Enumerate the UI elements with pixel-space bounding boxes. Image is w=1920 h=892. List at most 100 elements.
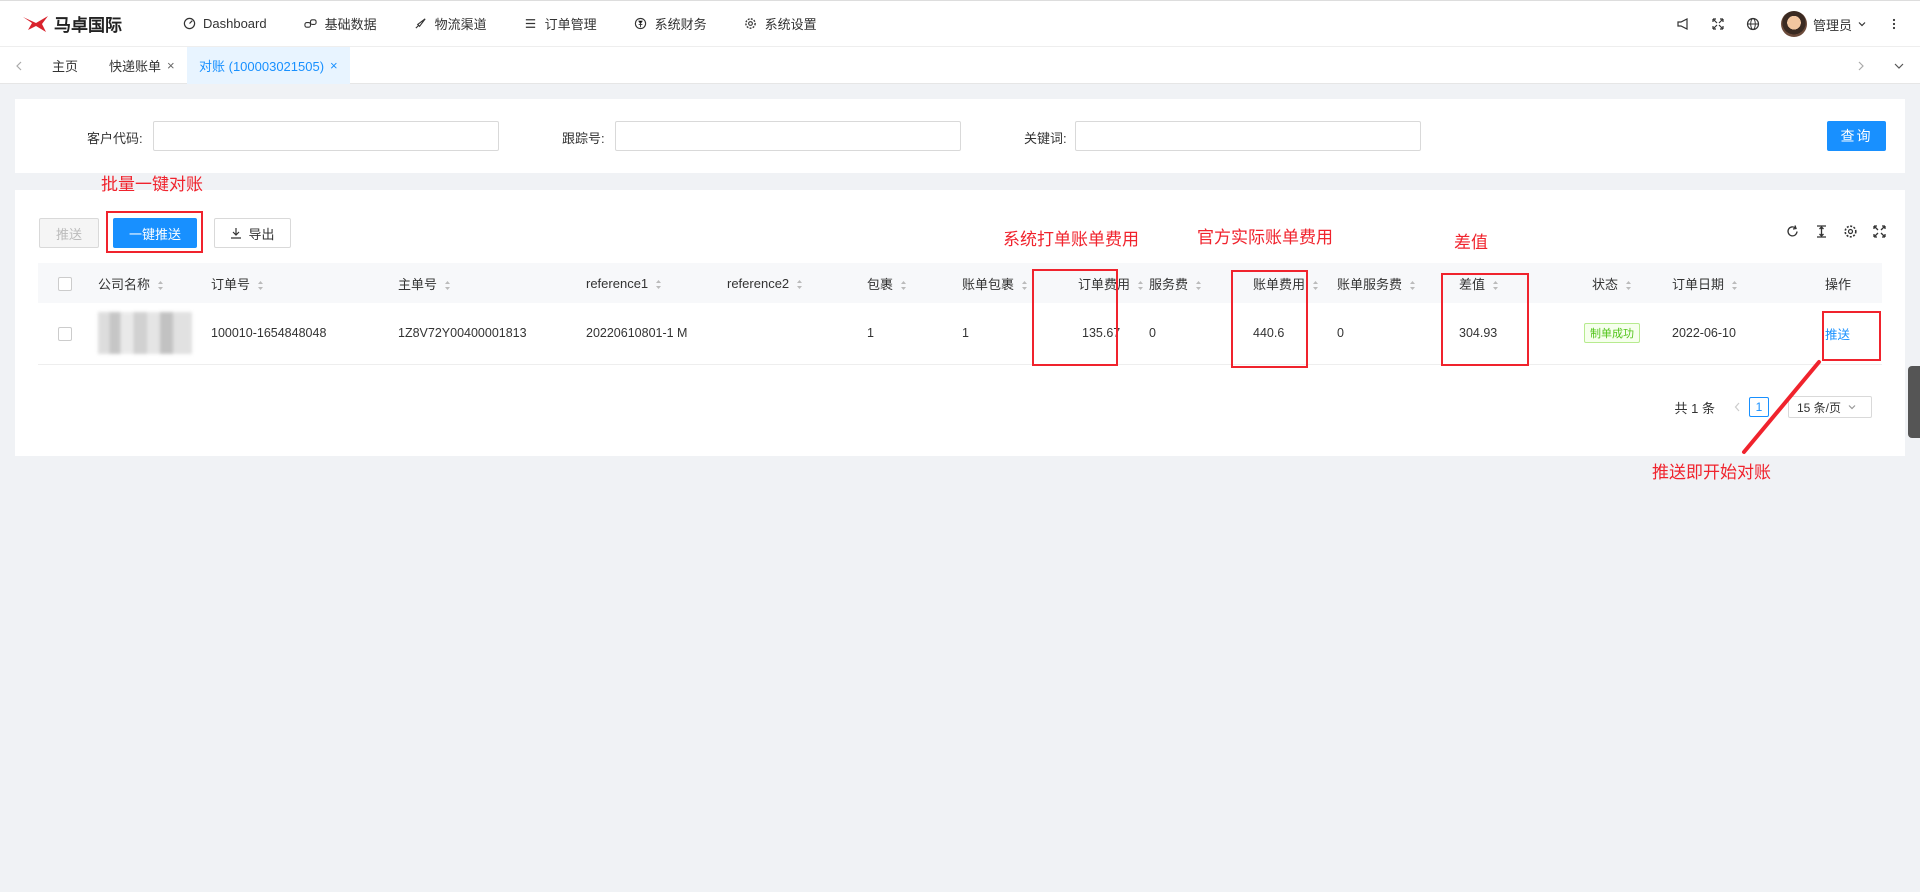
- keyword-label: 关键词:: [1024, 131, 1067, 146]
- megaphone-icon[interactable]: [1675, 16, 1691, 32]
- annotation-box-diff: [1441, 273, 1529, 366]
- nav-label: Dashboard: [203, 16, 267, 31]
- column-header[interactable]: 状态: [1560, 263, 1661, 303]
- tracking-number-label: 跟踪号:: [562, 131, 605, 146]
- table-row: 100010-1654848048 1Z8V72Y00400001813 202…: [38, 303, 1882, 364]
- nav-item-system-settings[interactable]: 系统设置: [744, 1, 817, 47]
- fullscreen-icon[interactable]: [1872, 224, 1887, 239]
- tab-scroll-right-icon[interactable]: [1850, 47, 1872, 85]
- reference2-cell: [727, 303, 867, 364]
- tab-label: 对账 (100003021505): [199, 59, 325, 74]
- nav-label: 基础数据: [324, 17, 377, 32]
- customer-code-input[interactable]: [153, 121, 499, 151]
- push-button[interactable]: 推送: [39, 218, 99, 248]
- customer-code-label: 客户代码:: [87, 131, 143, 146]
- download-icon: [231, 228, 242, 239]
- reconcile-table: 公司名称 订单号 主单号 reference1 reference2 包裹 账单…: [38, 263, 1882, 365]
- sort-icon: [901, 280, 907, 290]
- export-label: 导出: [248, 226, 275, 242]
- table-panel: 推送 一键推送 导出 公司名称 订单号 主单号 reference1 refer…: [15, 190, 1905, 456]
- keyword-input[interactable]: [1075, 121, 1421, 151]
- query-button[interactable]: 查询: [1827, 121, 1886, 151]
- more-vertical-icon[interactable]: [1886, 16, 1902, 32]
- reference1-cell: 20220610801-1 M: [586, 326, 688, 341]
- sort-icon: [656, 279, 662, 289]
- gear-icon: [744, 17, 758, 31]
- tab-reconcile[interactable]: 对账 (100003021505) ×: [187, 47, 350, 84]
- chevron-down-icon: [1848, 405, 1856, 410]
- table-header-row: 公司名称 订单号 主单号 reference1 reference2 包裹 账单…: [38, 263, 1882, 303]
- annotation-box-bill-fee: [1231, 270, 1308, 368]
- table-tools: [1771, 224, 1887, 239]
- nav-item-order-management[interactable]: 订单管理: [524, 1, 597, 47]
- annotation-official-fee-text: 官方实际账单费用: [1197, 228, 1333, 247]
- column-header: 操作: [1825, 276, 1852, 292]
- bird-logo-icon: [23, 15, 48, 32]
- fullscreen-icon[interactable]: [1710, 16, 1726, 32]
- close-icon[interactable]: ×: [330, 58, 338, 73]
- annotation-box-order-fee: [1032, 269, 1118, 366]
- export-button[interactable]: 导出: [214, 218, 291, 248]
- sort-icon: [258, 280, 264, 290]
- globe-icon[interactable]: [1745, 16, 1761, 32]
- sort-icon: [445, 280, 451, 290]
- refresh-icon[interactable]: [1785, 224, 1800, 239]
- top-navbar: 马卓国际 Dashboard 基础数据 物流渠道 订单管理 系统财务 系统设置 …: [0, 0, 1920, 46]
- tab-home[interactable]: 主页: [40, 47, 90, 84]
- column-header[interactable]: 主单号: [398, 263, 586, 303]
- column-height-icon[interactable]: [1814, 224, 1829, 239]
- column-header[interactable]: 账单服务费: [1337, 263, 1449, 303]
- tab-express-bill[interactable]: 快递账单 ×: [97, 47, 187, 84]
- column-header[interactable]: 服务费: [1149, 263, 1243, 303]
- side-scroll-handle[interactable]: [1908, 366, 1920, 438]
- annotation-box-push-action: [1822, 311, 1881, 361]
- nav-item-basic-data[interactable]: 基础数据: [304, 1, 377, 47]
- yen-icon: [634, 17, 648, 31]
- annotation-arrow-line: [1742, 360, 1821, 454]
- column-header[interactable]: reference2: [727, 263, 867, 303]
- sort-icon: [1410, 280, 1416, 290]
- order-no-cell: 100010-1654848048: [211, 326, 327, 341]
- avatar[interactable]: [1780, 11, 1807, 37]
- nav-item-logistics-channel[interactable]: 物流渠道: [414, 1, 487, 47]
- packages-cell: 1: [867, 326, 874, 341]
- tab-scroll-left-icon[interactable]: [8, 47, 30, 85]
- nav-item-dashboard[interactable]: Dashboard: [182, 1, 267, 47]
- tracking-number-input[interactable]: [615, 121, 961, 151]
- rocket-icon: [414, 17, 428, 31]
- column-header[interactable]: 订单日期: [1661, 263, 1787, 303]
- sort-icon: [797, 279, 803, 289]
- settings-icon[interactable]: [1843, 224, 1858, 239]
- dashboard-icon: [182, 17, 196, 31]
- header-actions: 管理员: [1656, 1, 1902, 47]
- search-panel: 客户代码: 跟踪号: 关键词: 查询: [15, 99, 1905, 173]
- nav-item-system-finance[interactable]: 系统财务: [634, 1, 707, 47]
- sort-icon: [158, 280, 164, 290]
- tab-bar: 主页 快递账单 × 对账 (100003021505) ×: [0, 46, 1920, 84]
- tab-label: 主页: [52, 59, 79, 74]
- brand-logo[interactable]: 马卓国际: [22, 11, 164, 36]
- chevron-down-icon: [1858, 22, 1866, 27]
- bill-service-fee-cell: 0: [1337, 326, 1344, 341]
- row-checkbox[interactable]: [58, 326, 72, 341]
- status-badge: 制单成功: [1584, 323, 1640, 344]
- annotation-system-fee-text: 系统打单账单费用: [1003, 230, 1139, 249]
- link-icon: [304, 17, 318, 31]
- list-icon: [524, 17, 538, 31]
- tab-menu-chevron-icon[interactable]: [1888, 47, 1910, 85]
- tab-label: 快递账单: [109, 59, 162, 74]
- column-header[interactable]: 公司名称: [98, 263, 211, 303]
- select-all-checkbox[interactable]: [58, 276, 72, 291]
- column-header[interactable]: reference1: [586, 263, 727, 303]
- user-name[interactable]: 管理员: [1813, 15, 1852, 34]
- column-header[interactable]: 包裹: [867, 263, 962, 303]
- main-nav: Dashboard 基础数据 物流渠道 订单管理 系统财务 系统设置: [182, 1, 854, 47]
- service-fee-cell: 0: [1149, 326, 1156, 341]
- annotation-batch-text: 批量一键对账: [101, 175, 203, 194]
- sort-icon: [1196, 280, 1202, 290]
- nav-label: 订单管理: [544, 17, 597, 32]
- sort-icon: [1313, 280, 1319, 290]
- annotation-diff-text: 差值: [1454, 233, 1488, 252]
- close-icon[interactable]: ×: [167, 58, 175, 73]
- column-header[interactable]: 订单号: [211, 263, 398, 303]
